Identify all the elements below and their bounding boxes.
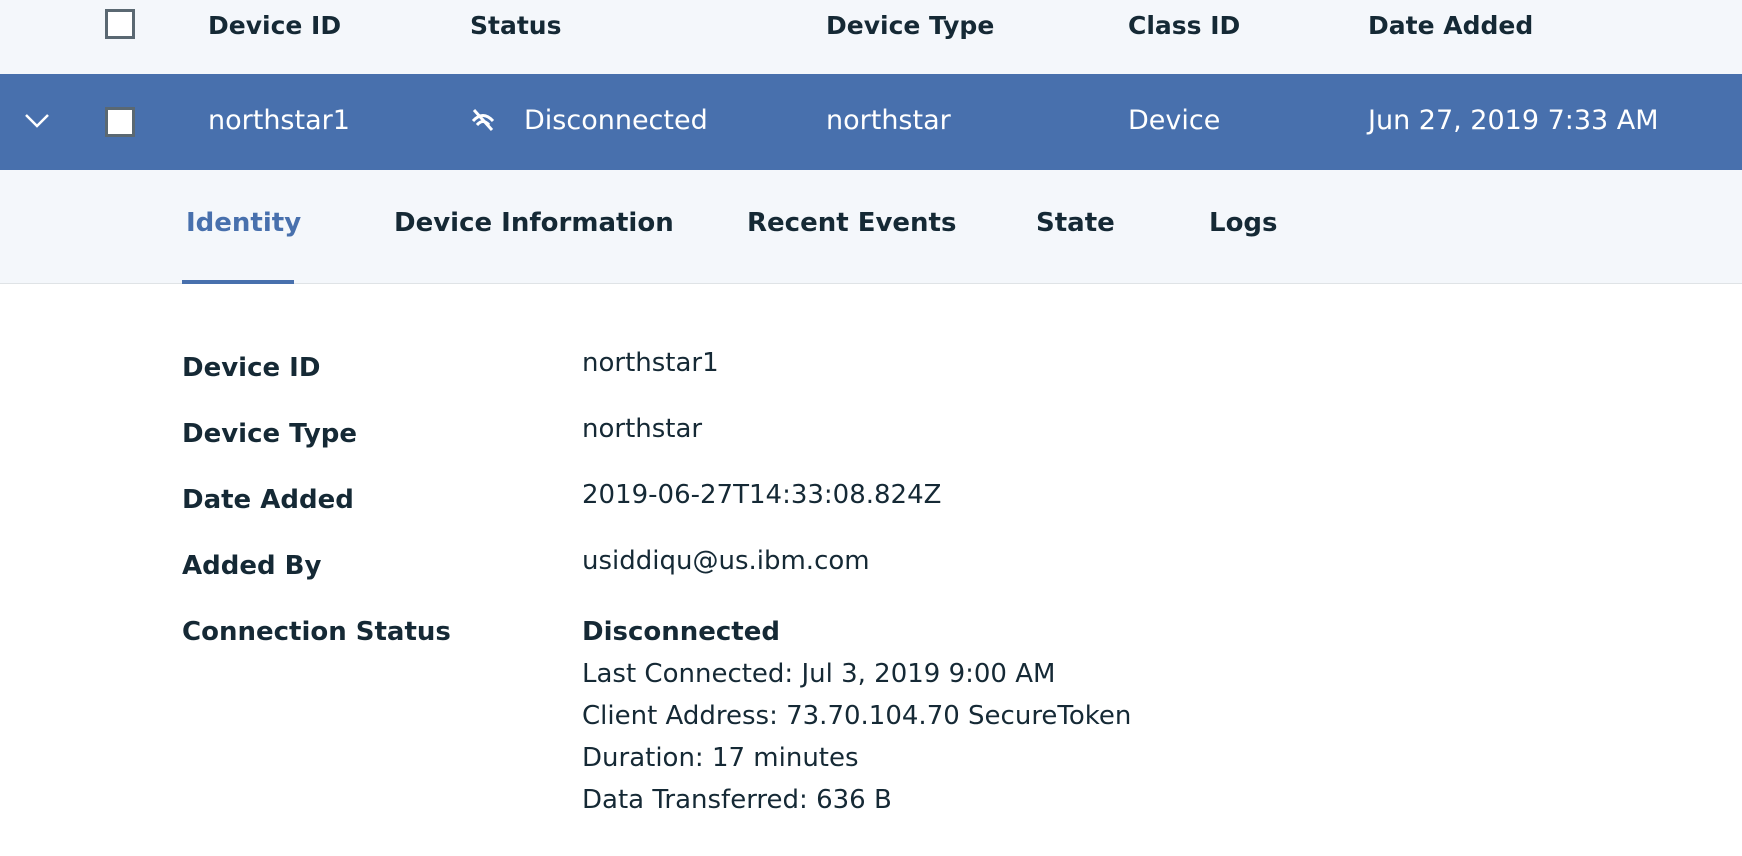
client-address-value: Client Address: 73.70.104.70 SecureToken <box>582 701 1132 731</box>
device-id-value: northstar1 <box>582 348 719 378</box>
row-checkbox[interactable] <box>105 107 135 137</box>
column-header-date-added[interactable]: Date Added <box>1368 13 1533 38</box>
row-device-id: northstar1 <box>208 105 350 136</box>
row-class-id: Device <box>1128 105 1221 136</box>
table-row[interactable]: northstar1 Disconnected northstar Device… <box>0 74 1742 170</box>
row-date-added: Jun 27, 2019 7:33 AM <box>1368 105 1659 136</box>
device-detail-tabs: Identity Device Information Recent Event… <box>0 170 1742 284</box>
row-status: Disconnected <box>524 105 708 136</box>
last-connected-value: Last Connected: Jul 3, 2019 9:00 AM <box>582 659 1056 689</box>
table-header-row: Device ID Status Device Type Class ID Da… <box>0 0 1742 74</box>
device-type-label: Device Type <box>182 419 358 449</box>
active-tab-indicator <box>182 280 294 284</box>
duration-value: Duration: 17 minutes <box>582 743 859 773</box>
tab-identity[interactable]: Identity <box>186 210 301 236</box>
chevron-down-icon[interactable] <box>24 110 50 130</box>
tab-recent-events[interactable]: Recent Events <box>747 210 956 236</box>
row-device-type: northstar <box>826 105 951 136</box>
tab-device-information[interactable]: Device Information <box>394 210 674 236</box>
select-all-checkbox[interactable] <box>105 9 135 39</box>
added-by-value: usiddiqu@us.ibm.com <box>582 546 870 576</box>
device-type-value: northstar <box>582 414 703 444</box>
tab-logs[interactable]: Logs <box>1209 210 1278 236</box>
date-added-value: 2019-06-27T14:33:08.824Z <box>582 480 942 510</box>
added-by-label: Added By <box>182 551 322 581</box>
column-header-device-id[interactable]: Device ID <box>208 13 341 38</box>
connection-status-value: Disconnected <box>582 617 780 647</box>
column-header-status[interactable]: Status <box>470 13 561 38</box>
disconnected-icon <box>471 108 495 132</box>
data-transferred-value: Data Transferred: 636 B <box>582 785 892 815</box>
column-header-class-id[interactable]: Class ID <box>1128 13 1240 38</box>
date-added-label: Date Added <box>182 485 354 515</box>
column-header-device-type[interactable]: Device Type <box>826 13 994 38</box>
connection-status-label: Connection Status <box>182 617 451 647</box>
device-id-label: Device ID <box>182 353 321 383</box>
tab-state[interactable]: State <box>1036 210 1115 236</box>
